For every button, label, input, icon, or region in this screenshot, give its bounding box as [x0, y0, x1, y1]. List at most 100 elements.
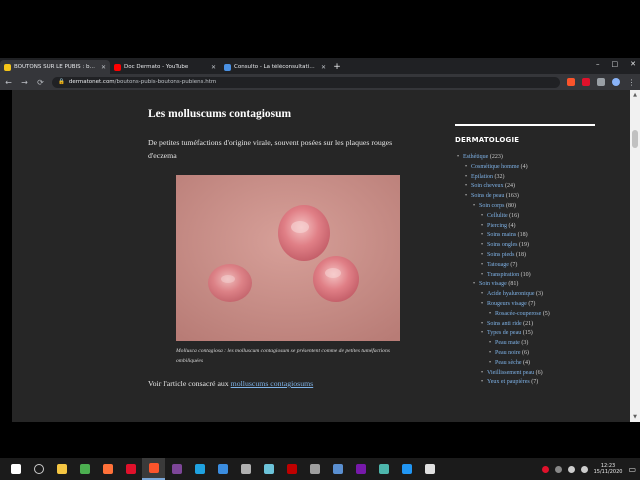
article-title: Les molluscums contagiosum	[148, 108, 292, 120]
app-icon-4[interactable]	[395, 458, 418, 480]
category-item[interactable]: Types de peau (15)	[481, 329, 605, 339]
calculator-icon[interactable]	[326, 458, 349, 480]
tab-bar: BOUTONS SUR LE PUBIS : boutons✕Doc Derma…	[0, 58, 640, 74]
category-count: (21)	[523, 320, 534, 327]
edge-icon[interactable]	[188, 458, 211, 480]
read-more-prefix: Voir l'article consacré aux	[148, 379, 231, 388]
category-item[interactable]: Soins anti ride (21)	[481, 320, 605, 330]
category-count: (3)	[535, 291, 543, 298]
back-arrow-icon[interactable]: ←	[4, 78, 13, 87]
page-scrollbar[interactable]: ▲ ▼	[630, 90, 640, 422]
firefox-icon[interactable]	[96, 458, 119, 480]
tab-label: BOUTONS SUR LE PUBIS : boutons	[14, 64, 98, 70]
category-item[interactable]: Soin corps (80)	[473, 202, 605, 212]
volume-icon[interactable]	[580, 465, 588, 473]
category-item[interactable]: Peau noire (6)	[489, 349, 605, 359]
category-label: Types de peau	[487, 330, 522, 337]
new-tab-button[interactable]: +	[330, 60, 344, 74]
category-item[interactable]: Acide hyaluronique (3)	[481, 290, 605, 300]
menu-icon[interactable]: ⋮	[627, 78, 636, 87]
scroll-down-icon[interactable]: ▼	[632, 414, 638, 420]
category-label: Yeux et paupières	[487, 379, 530, 386]
category-item[interactable]: Soins de peau (163)	[465, 192, 605, 202]
category-item[interactable]: Soin cheveux (24)	[465, 182, 605, 192]
onenote-icon[interactable]	[349, 458, 372, 480]
tab-label: Consulto - La téléconsultation mé	[234, 64, 318, 70]
scroll-up-icon[interactable]: ▲	[632, 92, 638, 98]
category-item[interactable]: Piercing (4)	[481, 222, 605, 232]
category-count: (4)	[523, 359, 530, 366]
category-item[interactable]: Vieillissement peau (6)	[481, 369, 605, 379]
category-label: Soins mains	[487, 232, 517, 239]
read-more-link[interactable]: molluscums contagiosums	[231, 379, 314, 388]
tor-icon[interactable]	[165, 458, 188, 480]
page-content: Les molluscums contagiosum De petites tu…	[12, 90, 630, 422]
category-count: (81)	[508, 281, 519, 288]
category-item[interactable]: Soins ongles (19)	[481, 241, 605, 251]
browser-tab[interactable]: Doc Dermato - YouTube ✕	[110, 60, 220, 74]
category-item[interactable]: Peau sèche (4)	[489, 359, 605, 369]
app-icon-5[interactable]	[418, 458, 441, 480]
tray-icon[interactable]	[541, 465, 549, 473]
search-icon[interactable]	[27, 458, 50, 480]
chrome-icon[interactable]	[73, 458, 96, 480]
maximize-icon[interactable]: □	[612, 60, 619, 68]
category-item[interactable]: Soins mains (18)	[481, 231, 605, 241]
extension-icon-2[interactable]	[582, 78, 590, 86]
skin-lesion-image	[176, 175, 400, 341]
browser-tab[interactable]: Consulto - La téléconsultation mé ✕	[220, 60, 330, 74]
app-icon-2[interactable]	[257, 458, 280, 480]
brave-icon[interactable]	[142, 458, 165, 480]
puzzle-icon[interactable]	[597, 78, 605, 86]
category-item[interactable]: Rosacée-couperose (5)	[489, 310, 605, 320]
category-label: Epilation	[471, 173, 493, 180]
category-item[interactable]: Rougeurs visage (7)	[481, 300, 605, 310]
reload-icon[interactable]: ⟳	[36, 78, 45, 87]
category-item[interactable]: Epilation (32)	[465, 173, 605, 183]
opera-icon[interactable]	[119, 458, 142, 480]
filezilla-icon[interactable]	[280, 458, 303, 480]
read-more: Voir l'article consacré aux molluscums c…	[148, 379, 313, 388]
category-count: (7)	[531, 379, 539, 386]
category-item[interactable]: Cosmétique homme (4)	[465, 163, 605, 173]
clock[interactable]: 12:23 15/11/2020	[594, 463, 623, 475]
browser-tab[interactable]: BOUTONS SUR LE PUBIS : boutons✕	[0, 60, 110, 74]
network-icon[interactable]	[567, 465, 575, 473]
tray-icon-2[interactable]	[554, 465, 562, 473]
forward-arrow-icon[interactable]: →	[20, 78, 29, 87]
lock-icon: 🔒	[58, 79, 65, 85]
app-icon[interactable]	[234, 458, 257, 480]
close-window-icon[interactable]: ✕	[630, 60, 636, 68]
category-item[interactable]: Peau mate (3)	[489, 339, 605, 349]
category-item[interactable]: Soins pieds (18)	[481, 251, 605, 261]
category-item[interactable]: Transpiration (10)	[481, 271, 605, 281]
windows-start-icon[interactable]	[4, 458, 27, 480]
category-label: Soin visage	[479, 281, 507, 288]
scrollbar-thumb[interactable]	[632, 130, 638, 148]
notification-icon[interactable]: ▭	[628, 465, 636, 474]
extension-icon[interactable]	[567, 78, 575, 86]
file-explorer-icon[interactable]	[50, 458, 73, 480]
category-item[interactable]: Soin visage (81)	[473, 280, 605, 290]
category-count: (223)	[489, 154, 503, 160]
sidebar-rule	[455, 124, 595, 126]
profile-avatar[interactable]	[612, 78, 620, 86]
category-label: Soin corps	[479, 202, 505, 209]
category-count: (10)	[520, 271, 531, 278]
minimize-icon[interactable]: –	[596, 60, 600, 68]
category-item[interactable]: Yeux et paupières (7)	[481, 378, 605, 388]
tab-close-icon[interactable]: ✕	[211, 64, 216, 71]
url-input[interactable]: 🔒 dermatonet.com/boutons-pubis-boutons-p…	[52, 76, 560, 88]
category-label: Soins pieds	[487, 251, 515, 258]
category-label: Soin cheveux	[471, 183, 504, 190]
app-icon-3[interactable]	[372, 458, 395, 480]
settings-icon[interactable]	[303, 458, 326, 480]
category-item[interactable]: Tatouage (7)	[481, 261, 605, 271]
tab-favicon-icon	[224, 63, 231, 71]
tab-close-icon[interactable]: ✕	[321, 64, 326, 71]
category-item[interactable]: Esthétique (223)	[457, 153, 605, 163]
category-label: Cellulite	[487, 212, 508, 219]
mail-icon[interactable]	[211, 458, 234, 480]
category-item[interactable]: Cellulite (16)	[481, 212, 605, 222]
tab-close-icon[interactable]: ✕	[101, 64, 106, 71]
